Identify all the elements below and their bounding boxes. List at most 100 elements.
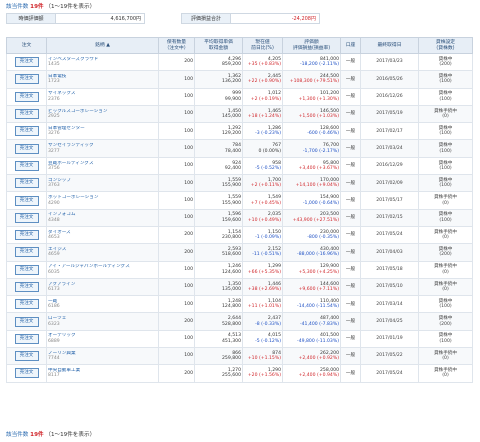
- name-cell: アイ・アールジャパンホールディングス 6035: [46, 260, 159, 279]
- sell-order-button[interactable]: 売注文: [14, 126, 39, 137]
- sell-order-button[interactable]: 売注文: [14, 74, 39, 85]
- stock-code: 3763: [48, 183, 60, 189]
- sell-order-button[interactable]: 売注文: [14, 282, 39, 292]
- table-row: 売注文 インベスターズクラウド 1435 200 4,296 859,200 4,205 +3…: [6, 52, 473, 72]
- price-cell: 1,150 -1 (-0.09%): [242, 225, 283, 245]
- col-name[interactable]: 銘柄 ▲: [46, 37, 159, 54]
- lending-count: (100): [439, 148, 452, 154]
- cost: 518,600: [222, 252, 241, 258]
- qty-cell: 100: [158, 122, 195, 141]
- sell-setting-cell: 貸株中 (200): [418, 243, 473, 262]
- stock-code: 3277: [48, 148, 60, 154]
- lending-count: (100): [439, 96, 452, 102]
- cost: 136,200: [222, 79, 241, 85]
- order-cell: 売注文: [6, 122, 47, 141]
- date-cell: 2017/02/09: [360, 174, 419, 193]
- sell-order-button[interactable]: 売注文: [14, 230, 39, 241]
- sell-order-button[interactable]: 売注文: [14, 195, 39, 206]
- qty-cell: 100: [158, 295, 195, 314]
- sell-setting-cell: 貸株中 (100): [418, 174, 473, 193]
- name-cell: 中央自動車工業 8117: [46, 364, 159, 383]
- price-change: +22 (+0.90%): [247, 79, 281, 85]
- sell-setting-cell: 貸株中 (200): [418, 52, 473, 72]
- order-cell: 売注文: [6, 70, 47, 89]
- sell-order-button[interactable]: 売注文: [14, 299, 39, 310]
- date-cell: 2017/03/24: [360, 139, 419, 158]
- sell-order-button[interactable]: 売注文: [14, 247, 39, 258]
- market-cell: 一般: [340, 260, 361, 279]
- sell-order-button[interactable]: 売注文: [14, 316, 39, 327]
- sell-order-button[interactable]: 売注文: [14, 178, 39, 189]
- price-cell: 2,152 -11 (-0.51%): [242, 243, 283, 262]
- sell-order-button[interactable]: 売注文: [14, 264, 39, 275]
- lending-count: (100): [439, 131, 452, 137]
- sell-setting-cell: 貸株中 (100): [418, 87, 473, 106]
- price-cell: 1,012 +2 (+0.19%): [242, 87, 283, 106]
- pnl-total: -24,208円: [230, 13, 320, 24]
- lending-count: (0): [442, 235, 449, 241]
- table-row: 売注文 ビックルスコーポレーション 2925 100 1,450 145,000 1,465…: [6, 104, 473, 124]
- result-count-label-bottom: 該当件数: [6, 432, 29, 438]
- cost: 78,400: [224, 148, 241, 154]
- cost: 124,600: [222, 269, 241, 275]
- sell-order-button[interactable]: 売注文: [14, 212, 39, 223]
- eval-cell: 401,500 -49,800 (-11.03%): [282, 329, 341, 349]
- stock-code: 8117: [48, 373, 60, 379]
- result-count-label: 該当件数: [6, 4, 29, 10]
- order-cell: 売注文: [6, 87, 47, 106]
- result-count-bottom: 該当件数 19件 （1〜19件を表示）: [6, 430, 95, 438]
- sell-order-button[interactable]: 売注文: [14, 91, 39, 102]
- market-cell: 一般: [340, 122, 361, 141]
- qty-cell: 100: [158, 277, 195, 297]
- eval-cell: 487,400 -41,400 (-7.83%): [282, 312, 341, 331]
- order-cell: 売注文: [6, 156, 47, 176]
- date-cell: 2017/05/19: [360, 104, 419, 124]
- result-count-range-bottom: （1〜19件を表示）: [45, 432, 96, 438]
- date-cell: 2017/03/23: [360, 52, 419, 72]
- eval-cell: 203,500 +43,900 (+27.51%): [282, 208, 341, 227]
- sell-order-button[interactable]: 売注文: [14, 57, 39, 68]
- cost: 259,800: [222, 356, 241, 362]
- avg-cell: 1,350 135,000: [194, 277, 243, 297]
- date-cell: 2017/02/15: [360, 208, 419, 227]
- eval-pnl: +43,900 (+27.51%): [292, 217, 339, 223]
- qty-cell: 100: [158, 174, 195, 193]
- date-cell: 2017/02/17: [360, 122, 419, 141]
- sell-order-button[interactable]: 売注文: [14, 143, 39, 154]
- eval-pnl: +2,400 (+0.92%): [298, 356, 340, 362]
- name-cell: ダイオーズ 4653: [46, 225, 159, 245]
- avg-cell: 1,362 136,200: [194, 70, 243, 89]
- name-cell: オーデリック 6889: [46, 329, 159, 349]
- name-cell: 豆蔵ホールディングス 3756: [46, 156, 159, 176]
- avg-cell: 1,559 155,900: [194, 174, 243, 193]
- order-cell: 売注文: [6, 277, 47, 297]
- avg-cell: 924 92,400: [194, 156, 243, 176]
- market-cell: 一般: [340, 277, 361, 297]
- avg-cell: 866 259,800: [194, 347, 243, 366]
- sell-order-button[interactable]: 売注文: [14, 351, 39, 362]
- eval-pnl: -1,000 (-0.64%): [302, 200, 339, 206]
- sell-order-button[interactable]: 売注文: [14, 368, 39, 379]
- lending-count: (100): [439, 338, 452, 344]
- table-row: 売注文 ホットコーポレーション 4290 100 1,559 155,900 1,549 +7…: [6, 191, 473, 210]
- price-cell: 2,445 +22 (+0.90%): [242, 70, 283, 89]
- avg-cell: 2,644 528,800: [194, 312, 243, 331]
- table-row: 売注文 アイ・アールジャパンホールディングス 6035 100 1,246 124,600…: [6, 260, 473, 279]
- name-cell: サンセイランディック 3277: [46, 139, 159, 158]
- price-cell: 1,286 -3 (-0.23%): [242, 122, 283, 141]
- price-cell: 874 +10 (+1.15%): [242, 347, 283, 366]
- date-cell: 2017/03/14: [360, 295, 419, 314]
- lending-count: (0): [442, 373, 449, 379]
- eval-cell: 95,800 +3,400 (+3.67%): [282, 156, 341, 176]
- qty-cell: 200: [158, 312, 195, 331]
- sell-order-button[interactable]: 売注文: [14, 109, 39, 120]
- sell-order-button[interactable]: 売注文: [14, 333, 39, 344]
- price-change: -5 (-0.12%): [255, 338, 281, 344]
- table-row: 売注文 豆蔵ホールディングス 3756 100 924 92,400 958 -5 (-0.5…: [6, 156, 473, 176]
- qty-cell: 100: [158, 156, 195, 176]
- sell-setting-cell: 貸株手続中 (0): [418, 191, 473, 210]
- qty-cell: 200: [158, 225, 195, 245]
- sell-order-button[interactable]: 売注文: [14, 160, 39, 171]
- market-cell: 一般: [340, 52, 361, 72]
- order-cell: 売注文: [6, 52, 47, 72]
